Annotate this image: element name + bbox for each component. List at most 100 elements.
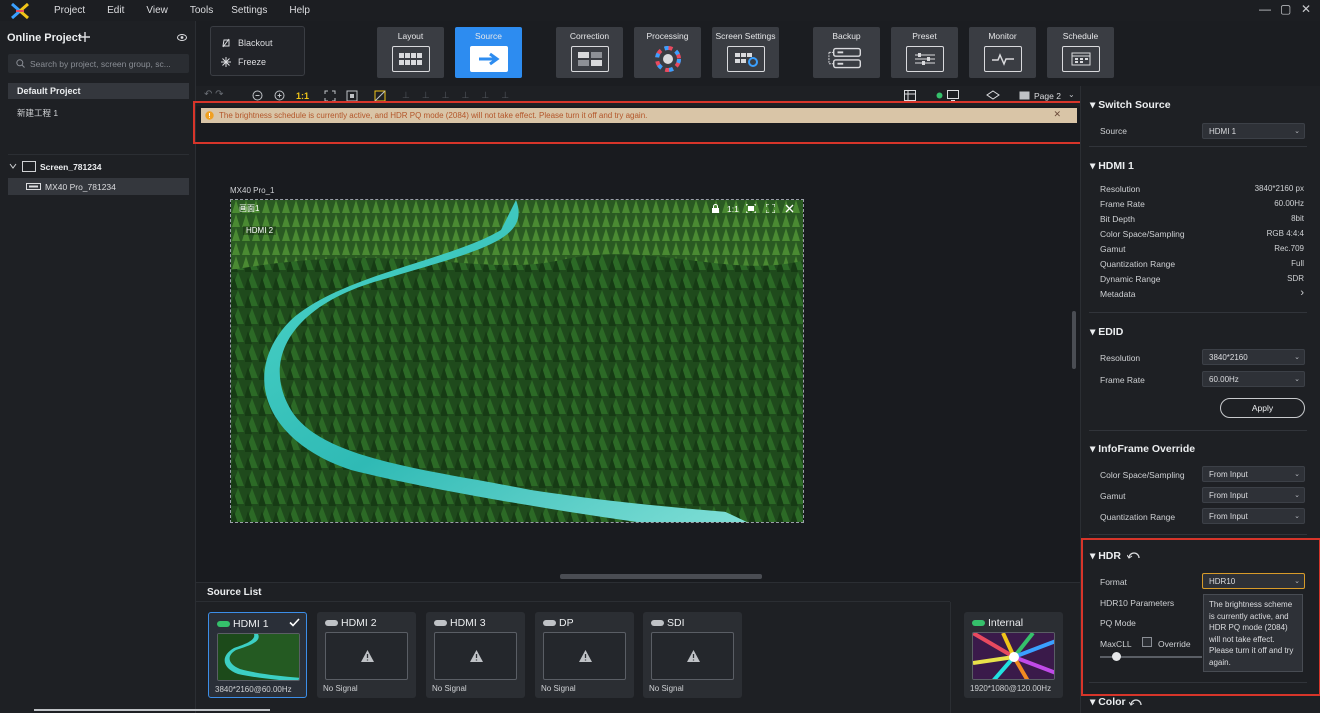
source-select-value: HDMI 1: [1209, 126, 1237, 136]
divider: [1089, 430, 1307, 431]
edid-title[interactable]: ▾ EDID: [1090, 326, 1123, 338]
device-canvas-label: MX40 Pro_1: [230, 186, 275, 195]
source-card-sdi[interactable]: SDI No Signal: [643, 612, 742, 698]
switch-source-title[interactable]: ▾ Switch Source: [1090, 99, 1171, 111]
edid-resolution-label: Resolution: [1100, 353, 1141, 363]
chevron-down-icon[interactable]: ⌄: [1068, 90, 1075, 99]
info-value: SDR: [1287, 274, 1304, 283]
search-input[interactable]: Search by project, screen group, sc...: [8, 54, 189, 73]
source-name: Internal: [988, 617, 1024, 629]
screen-tab-label: 画面1: [239, 204, 260, 213]
backup-button[interactable]: Backup: [813, 27, 880, 78]
info-label: Bit Depth: [1100, 214, 1135, 224]
source-label: Source: [1100, 126, 1127, 136]
project-header[interactable]: Default Project: [8, 83, 189, 99]
chevron-down-icon[interactable]: [9, 163, 17, 169]
infoframe-gamut-select[interactable]: From Input ⌄: [1202, 487, 1305, 503]
correction-label: Correction: [569, 31, 610, 41]
backup-label: Backup: [832, 31, 861, 41]
hdmi-tag: HDMI 2: [243, 226, 277, 235]
add-icon[interactable]: [80, 32, 90, 42]
menu-project[interactable]: Project: [54, 5, 85, 16]
preset-button[interactable]: Preset: [891, 27, 958, 78]
chevron-down-icon: ⌄: [1294, 471, 1300, 478]
info-label: Quantization Range: [1100, 259, 1176, 269]
maximize-button[interactable]: ▢: [1280, 2, 1291, 16]
source-card-dp[interactable]: DP No Signal: [535, 612, 634, 698]
screen-settings-button[interactable]: Screen Settings: [712, 27, 779, 78]
source-name: HDMI 1: [233, 618, 269, 630]
source-status: 3840*2160@60.00Hz: [215, 685, 292, 694]
zoom-1to1-button[interactable]: 1:1: [296, 91, 309, 101]
source-card-hdmi3[interactable]: HDMI 3 No Signal: [426, 612, 525, 698]
menu-tools[interactable]: Tools: [190, 5, 213, 16]
divider: [950, 602, 951, 713]
infoframe-colorspace-select[interactable]: From Input ⌄: [1202, 466, 1305, 482]
apply-button[interactable]: Apply: [1220, 398, 1305, 418]
main-toolbar: Blackout Freeze Layout Source Correction…: [196, 21, 1320, 86]
hdmi-info-title[interactable]: ▾ HDMI 1: [1090, 160, 1134, 172]
screen-preview[interactable]: 画面1 HDMI 2 1:1: [230, 199, 804, 523]
color-title[interactable]: ▾ Color: [1090, 696, 1126, 708]
undo-icon[interactable]: ↶ ↷: [204, 89, 224, 100]
blackout-label: Blackout: [238, 38, 273, 48]
schedule-button[interactable]: Schedule: [1047, 27, 1114, 78]
eye-icon[interactable]: [177, 34, 187, 41]
align-icons[interactable]: ⊥⊥⊥⊥⊥⊥: [402, 90, 521, 101]
expand-icon[interactable]: [766, 204, 775, 213]
screen-group-label[interactable]: Screen_781234: [40, 162, 101, 172]
project-item[interactable]: 新建工程 1: [17, 107, 58, 119]
menu-settings[interactable]: Settings: [231, 5, 267, 16]
preset-sliders-icon: [905, 46, 944, 72]
infoframe-quantization-select[interactable]: From Input ⌄: [1202, 508, 1305, 524]
signal-indicator: [651, 620, 664, 626]
signal-indicator: [217, 621, 230, 627]
calendar-icon: [1061, 46, 1100, 72]
info-value: 8bit: [1291, 214, 1304, 223]
display-icon[interactable]: [947, 90, 959, 101]
reset-icon[interactable]: [1129, 697, 1143, 707]
layout-button[interactable]: Layout: [377, 27, 444, 78]
close-icon[interactable]: [785, 204, 794, 213]
source-card-hdmi2[interactable]: HDMI 2 No Signal: [317, 612, 416, 698]
menu-help[interactable]: Help: [289, 5, 310, 16]
fullscreen-icon[interactable]: [746, 204, 756, 213]
info-value: 60.00Hz: [1274, 199, 1304, 208]
monitor-button[interactable]: Monitor: [969, 27, 1036, 78]
vertical-scrollbar[interactable]: [1072, 311, 1076, 369]
color-burst-image: [973, 633, 1054, 679]
source-name: DP: [559, 617, 574, 629]
freeze-label: Freeze: [238, 57, 267, 67]
source-card-hdmi1[interactable]: HDMI 1 3840*2160@60.00Hz: [208, 612, 307, 698]
horizontal-scrollbar[interactable]: [560, 574, 762, 579]
metadata-expand-button[interactable]: ›: [1300, 287, 1304, 299]
processing-button[interactable]: Processing: [634, 27, 701, 78]
ratio-button[interactable]: 1:1: [727, 204, 739, 214]
edid-resolution-select[interactable]: 3840*2160 ⌄: [1202, 349, 1305, 365]
infoframe-value: From Input: [1209, 469, 1248, 479]
minimize-button[interactable]: —: [1259, 2, 1271, 16]
close-button[interactable]: ✕: [1301, 2, 1311, 16]
page-selector[interactable]: Page 2: [1034, 91, 1061, 101]
menu-edit[interactable]: Edit: [107, 5, 124, 16]
device-row[interactable]: MX40 Pro_781234: [8, 178, 189, 195]
grid-view-icon[interactable]: [904, 90, 916, 101]
correction-button[interactable]: Correction: [556, 27, 623, 78]
hdmi-info-title-text: HDMI 1: [1098, 160, 1134, 172]
source-select[interactable]: HDMI 1 ⌄: [1202, 123, 1305, 139]
edid-title-text: EDID: [1098, 326, 1124, 338]
lock-icon[interactable]: [711, 204, 720, 213]
chevron-down-icon: ⌄: [1294, 376, 1300, 383]
edid-framerate-select[interactable]: 60.00Hz ⌄: [1202, 371, 1305, 387]
layers-icon[interactable]: [986, 90, 1000, 101]
info-value: RGB 4:4:4: [1266, 229, 1304, 238]
source-card-internal[interactable]: Internal 1920*1080@120.00Hz: [964, 612, 1063, 698]
source-thumbnail: [325, 632, 408, 680]
source-button[interactable]: Source: [455, 27, 522, 78]
menu-view[interactable]: View: [146, 5, 168, 16]
processing-label: Processing: [646, 31, 689, 41]
highlight-box: [193, 101, 1085, 144]
blackout-button[interactable]: Blackout: [221, 38, 273, 48]
infoframe-title[interactable]: ▾ InfoFrame Override: [1090, 443, 1195, 455]
freeze-button[interactable]: Freeze: [221, 57, 266, 67]
